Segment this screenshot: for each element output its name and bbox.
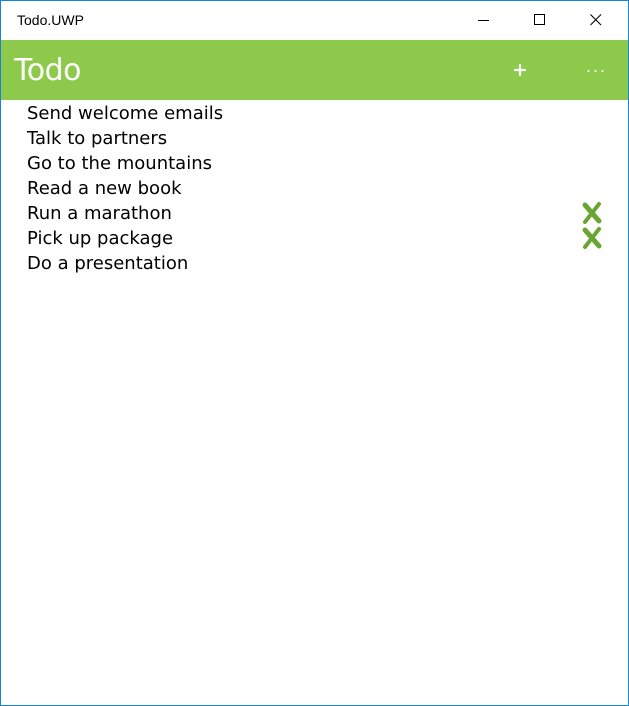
- add-todo-button[interactable]: [506, 56, 534, 84]
- todo-item[interactable]: Read a new book: [1, 176, 628, 201]
- minimize-icon: [478, 20, 489, 21]
- todo-label: Pick up package: [27, 228, 174, 249]
- todo-item[interactable]: Pick up package: [1, 226, 628, 251]
- more-button[interactable]: ···: [581, 56, 611, 84]
- app-window: Todo.UWP Todo ··· Send welcome emails Ta…: [0, 0, 629, 706]
- page-title: Todo: [14, 53, 81, 88]
- todo-list: Send welcome emails Talk to partners Go to…: [1, 101, 628, 276]
- window-title: Todo.UWP: [17, 12, 84, 28]
- todo-label: Go to the mountains: [27, 153, 212, 174]
- todo-item[interactable]: Run a marathon: [1, 201, 628, 226]
- app-bar: Todo ···: [1, 40, 628, 100]
- todo-item[interactable]: Talk to partners: [1, 126, 628, 151]
- done-check-icon[interactable]: [580, 201, 604, 225]
- minimize-button[interactable]: [456, 1, 512, 40]
- maximize-button[interactable]: [512, 1, 568, 40]
- done-check-icon[interactable]: [580, 226, 604, 250]
- todo-label: Run a marathon: [27, 203, 172, 224]
- todo-label: Read a new book: [27, 178, 182, 199]
- close-button[interactable]: [568, 1, 624, 40]
- plus-icon: [514, 64, 526, 76]
- todo-label: Do a presentation: [27, 253, 189, 274]
- close-icon: [590, 14, 602, 26]
- todo-item[interactable]: Do a presentation: [1, 251, 628, 276]
- title-bar[interactable]: Todo.UWP: [1, 1, 628, 40]
- todo-label: Send welcome emails: [27, 103, 224, 124]
- todo-label: Talk to partners: [27, 128, 168, 149]
- todo-item[interactable]: Go to the mountains: [1, 151, 628, 176]
- todo-item[interactable]: Send welcome emails: [1, 101, 628, 126]
- maximize-icon: [534, 14, 545, 25]
